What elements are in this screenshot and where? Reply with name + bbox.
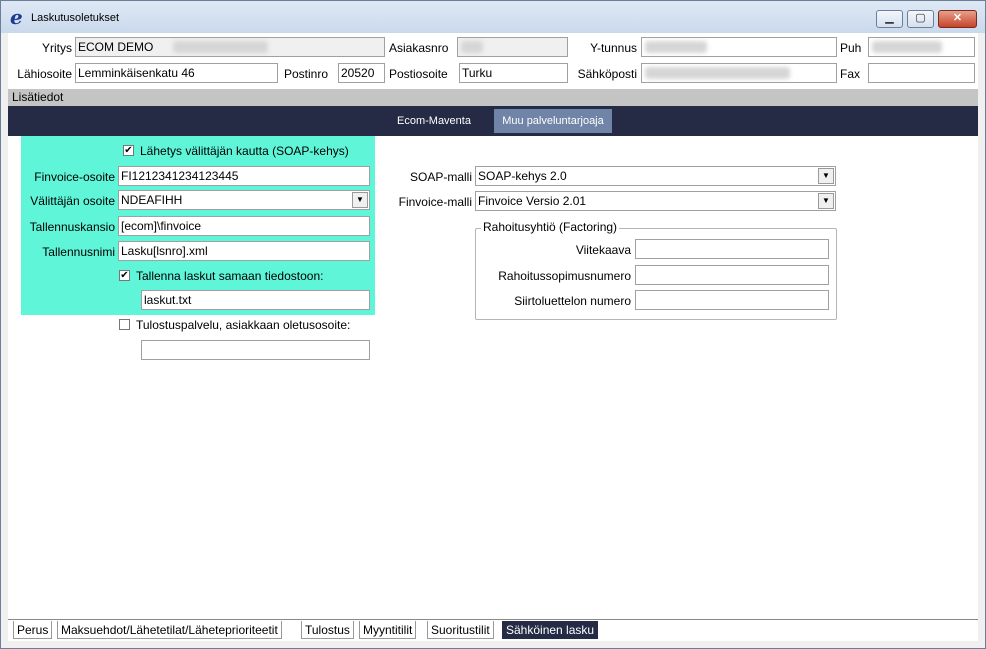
redacted-text	[872, 41, 942, 53]
lahiosoite-label: Lähiosoite	[17, 67, 72, 81]
soap-malli-label: SOAP-malli	[409, 170, 472, 184]
redacted-text	[645, 67, 790, 79]
siirtoluettelo-label: Siirtoluettelon numero	[514, 294, 631, 308]
tallennusnimi-label: Tallennusnimi	[42, 245, 115, 259]
tallennusnimi-field[interactable]: Lasku[lsnro].xml	[118, 241, 370, 261]
fax-label: Fax	[840, 67, 861, 81]
samaan-tiedostoon-checkbox[interactable]: ✔	[119, 270, 130, 281]
lisatiedot-section-bar: Lisätiedot	[8, 89, 978, 106]
client-area: Yritys ECOM DEMO Asiakasnro Y-tunnus Puh…	[8, 33, 978, 641]
rahoitussopimusnumero-field[interactable]	[635, 265, 829, 285]
tab-tulostus[interactable]: Tulostus	[301, 621, 354, 639]
viitekaava-label: Viitekaava	[575, 243, 631, 257]
asiakasnro-label: Asiakasnro	[389, 41, 449, 55]
fax-field[interactable]	[868, 63, 975, 83]
window-title: Laskutusoletukset	[31, 12, 120, 24]
tab-perus[interactable]: Perus	[13, 621, 53, 639]
maximize-button[interactable]: ▢	[907, 10, 934, 28]
tab-maksuehdot[interactable]: Maksuehdot/Lähetetilat/Läheteprioriteeti…	[57, 621, 282, 639]
postinro-label: Postinro	[284, 67, 329, 81]
chevron-down-icon[interactable]: ▼	[818, 168, 834, 184]
tallennuskansio-field[interactable]: [ecom]\finvoice	[118, 216, 370, 236]
siirtoluettelo-field[interactable]	[635, 290, 829, 310]
valittajan-osoite-select[interactable]: NDEAFIHH ▼	[118, 190, 370, 210]
finvoice-osoite-label: Finvoice-osoite	[34, 170, 115, 184]
redacted-text	[461, 41, 483, 53]
chevron-down-icon[interactable]: ▼	[352, 192, 368, 208]
valittajan-osoite-label: Välittäjän osoite	[30, 194, 115, 208]
sahkoposti-label: Sähköposti	[577, 67, 637, 81]
tab-myyntitilit[interactable]: Myyntitilit	[359, 621, 417, 639]
samaan-tiedostoon-field[interactable]: laskut.txt	[141, 290, 370, 310]
tab-sahkoinen-lasku[interactable]: Sähköinen lasku	[502, 621, 599, 639]
rahoitussopimusnumero-label: Rahoitussopimusnumero	[498, 269, 631, 283]
chevron-down-icon[interactable]: ▼	[818, 193, 834, 209]
lahiosoite-field[interactable]: Lemminkäisenkatu 46	[75, 63, 278, 83]
soap-malli-select[interactable]: SOAP-kehys 2.0 ▼	[475, 166, 836, 186]
minimize-button[interactable]: ▁	[876, 10, 903, 28]
tab-ecom-maventa[interactable]: Ecom-Maventa	[389, 109, 479, 133]
finvoice-osoite-field[interactable]: FI1212341234123445	[118, 166, 370, 186]
redacted-text	[173, 41, 268, 53]
postiosoite-label: Postiosoite	[389, 67, 448, 81]
factoring-group-title: Rahoitusyhtiö (Factoring)	[481, 220, 620, 234]
redacted-text	[645, 41, 707, 53]
soap-checkbox-label: Lähetys välittäjän kautta (SOAP-kehys)	[140, 144, 349, 158]
yritys-label: Yritys	[42, 41, 72, 55]
tab-muu-palveluntarjoaja[interactable]: Muu palveluntarjoaja	[494, 109, 612, 133]
app-window: e Laskutusoletukset ▁ ▢ ✕ Yritys ECOM DE…	[0, 0, 986, 649]
puh-label: Puh	[840, 41, 862, 55]
postinro-field[interactable]: 20520	[338, 63, 385, 83]
viitekaava-field[interactable]	[635, 239, 829, 259]
tab-suoritustilit[interactable]: Suoritustilit	[427, 621, 494, 639]
finvoice-malli-select[interactable]: Finvoice Versio 2.01 ▼	[475, 191, 836, 211]
bottom-tabbar: Perus Maksuehdot/Lähetetilat/Läheteprior…	[8, 619, 978, 640]
ytunnus-label: Y-tunnus	[590, 41, 637, 55]
provider-tabbar: Ecom-Maventa Muu palveluntarjoaja	[8, 106, 978, 136]
section-title: Lisätiedot	[12, 90, 64, 104]
finvoice-malli-label: Finvoice-malli	[398, 195, 472, 209]
e-logo-icon: e	[10, 5, 23, 29]
tulostuspalvelu-label: Tulostuspalvelu, asiakkaan oletusosoite:	[136, 318, 351, 332]
postiosoite-field[interactable]: Turku	[459, 63, 568, 83]
tulostuspalvelu-checkbox[interactable]	[119, 319, 130, 330]
close-button[interactable]: ✕	[938, 10, 977, 28]
title-bar[interactable]: e Laskutusoletukset ▁ ▢ ✕	[1, 1, 985, 33]
tulostuspalvelu-field[interactable]	[141, 340, 370, 360]
tallennuskansio-label: Tallennuskansio	[29, 220, 115, 234]
samaan-tiedostoon-label: Tallenna laskut samaan tiedostoon:	[136, 269, 324, 283]
soap-checkbox[interactable]: ✔	[123, 145, 134, 156]
